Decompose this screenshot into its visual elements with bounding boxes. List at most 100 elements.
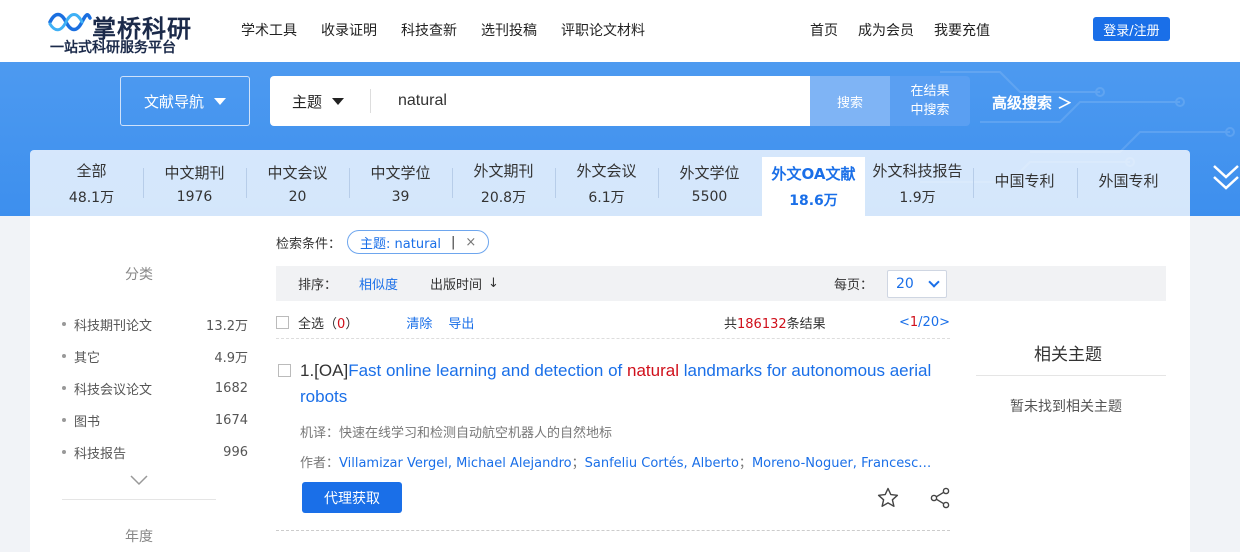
pager-prev[interactable]: < xyxy=(899,315,910,330)
sort-pub-time[interactable]: 出版时间 xyxy=(430,274,482,293)
logo-wave-icon xyxy=(48,12,92,32)
title-highlight: natural xyxy=(627,361,679,380)
category-title: 分类 xyxy=(125,267,153,283)
pager-rest[interactable]: /20> xyxy=(918,315,950,330)
criteria-chip[interactable]: 主题: natural | × xyxy=(347,230,490,254)
author-link[interactable]: Sanfeliu Cortés, Alberto xyxy=(585,456,739,471)
result-title[interactable]: 1.[OA]Fast online learning and detection… xyxy=(300,358,950,410)
category-count: 13.2万 xyxy=(206,318,248,334)
category-item[interactable]: 科技期刊论文 13.2万 xyxy=(62,308,248,340)
tab-foreign-journals[interactable]: 外文期刊 20.8万 xyxy=(452,150,555,216)
nav-home[interactable]: 首页 xyxy=(810,20,838,40)
pager[interactable]: <1/20> xyxy=(899,315,950,330)
search-divider xyxy=(370,89,371,113)
login-register-button[interactable]: 登录/注册 xyxy=(1093,17,1170,41)
total-count: 186132 xyxy=(737,316,787,332)
category-list: 科技期刊论文 13.2万 其它 4.9万 科技会议论文 1682 图书 1674 科技报… xyxy=(62,308,248,468)
category-name: 图书 xyxy=(74,414,101,430)
search-in-results-line1: 在结果 xyxy=(910,84,950,99)
category-item[interactable]: 图书 1674 xyxy=(62,404,248,436)
author-sep: ； xyxy=(571,456,585,471)
related-empty-text: 暂未找到相关主题 xyxy=(1010,399,1122,415)
category-count: 996 xyxy=(223,444,248,460)
select-all-checkbox[interactable] xyxy=(276,315,289,329)
select-all-label[interactable]: 全选（0） xyxy=(298,313,358,332)
criteria-chip-text: 主题: natural xyxy=(360,236,441,252)
category-item[interactable]: 科技会议论文 1682 xyxy=(62,372,248,404)
tab-foreign-theses[interactable]: 外文学位 5500 xyxy=(658,150,761,216)
nav-novelty-search[interactable]: 科技查新 xyxy=(401,20,457,40)
category-name: 科技会议论文 xyxy=(74,382,153,398)
database-tabs: 全部 48.1万 中文期刊 1976 中文会议 20 中文学位 39 外文期刊 20.8万… xyxy=(30,150,1190,216)
nav-indexing-proof[interactable]: 收录证明 xyxy=(321,20,377,40)
result-index: 1.[OA] xyxy=(300,361,349,380)
sort-similarity[interactable]: 相似度 xyxy=(359,274,398,293)
search-scope-select[interactable]: 主题 xyxy=(292,76,345,126)
tab-cn-conferences[interactable]: 中文会议 20 xyxy=(246,150,349,216)
filter-sidebar: 分类 科技期刊论文 13.2万 其它 4.9万 科技会议论文 1682 图书 1674 … xyxy=(30,216,248,552)
chip-divider: | xyxy=(451,234,456,250)
authors-label: 作者： xyxy=(300,456,340,471)
nav-journal-submit[interactable]: 选刊投稿 xyxy=(481,20,537,40)
category-name: 其它 xyxy=(74,350,101,366)
nav-recharge[interactable]: 我要充值 xyxy=(934,20,990,40)
category-name: 科技报告 xyxy=(74,446,127,462)
tab-foreign-patents[interactable]: 外国专利 xyxy=(1077,150,1180,216)
bullet-icon xyxy=(62,322,66,326)
literature-nav-button[interactable]: 文献导航 xyxy=(120,76,250,126)
tab-count: 1976 xyxy=(176,188,213,205)
bullet-icon xyxy=(62,450,66,454)
nav-title-materials[interactable]: 评职论文材料 xyxy=(561,20,645,40)
result-divider xyxy=(276,530,950,531)
tab-count: 5500 xyxy=(691,188,728,205)
tab-foreign-tech-reports[interactable]: 外文科技报告 1.9万 xyxy=(866,150,969,216)
author-link[interactable]: Villamizar Vergel, Michael Alejandro xyxy=(339,456,572,471)
per-page-label: 每页： xyxy=(834,278,874,293)
double-chevron-down-icon[interactable] xyxy=(1212,162,1240,192)
tab-foreign-conferences[interactable]: 外文会议 6.1万 xyxy=(555,150,658,216)
star-icon[interactable] xyxy=(876,486,900,510)
clear-button[interactable]: 清除 xyxy=(406,313,432,332)
paren-open: （ xyxy=(324,316,338,332)
search-button[interactable]: 搜索 xyxy=(810,76,890,126)
tab-name: 中文会议 xyxy=(267,163,328,182)
total-prefix: 共 xyxy=(724,316,738,332)
chevron-down-icon[interactable] xyxy=(130,474,148,486)
tab-count: 1.9万 xyxy=(899,189,936,206)
result-actions: 全选（0） 清除 导出 共186132条结果 <1/20> xyxy=(276,310,950,334)
search-scope-label: 主题 xyxy=(292,92,323,111)
tab-all[interactable]: 全部 48.1万 xyxy=(40,150,143,216)
tab-name: 中国专利 xyxy=(994,171,1055,190)
result-authors: 作者：Villamizar Vergel, Michael Alejandro；… xyxy=(300,452,950,471)
search-input[interactable] xyxy=(380,76,800,126)
right-nav: 首页 成为会员 我要充值 xyxy=(790,20,990,40)
category-item[interactable]: 科技报告 996 xyxy=(62,436,248,468)
tab-cn-theses[interactable]: 中文学位 39 xyxy=(349,150,452,216)
nav-membership[interactable]: 成为会员 xyxy=(858,20,914,40)
search-in-results-button[interactable]: 在结果 中搜索 xyxy=(890,76,970,126)
nav-academic-tools[interactable]: 学术工具 xyxy=(241,20,297,40)
total-suffix: 条结果 xyxy=(786,316,826,332)
result-checkbox[interactable] xyxy=(278,364,291,377)
arrow-down-icon[interactable]: ↓ xyxy=(488,276,499,291)
share-icon[interactable] xyxy=(928,486,952,510)
category-item[interactable]: 其它 4.9万 xyxy=(62,340,248,372)
result-translation: 机译：快速在线学习和检测自动航空机器人的自然地标 xyxy=(300,426,613,441)
per-page: 每页： 20 xyxy=(834,266,948,301)
tab-foreign-oa[interactable]: 外文OA文献 18.6万 xyxy=(762,157,865,216)
per-page-value: 20 xyxy=(896,275,914,292)
author-link[interactable]: Moreno-Noguer, Francesc… xyxy=(752,456,931,471)
tab-cn-journals[interactable]: 中文期刊 1976 xyxy=(143,150,246,216)
close-icon[interactable]: × xyxy=(465,235,476,250)
tab-cn-patents[interactable]: 中国专利 xyxy=(973,150,1076,216)
bullet-icon xyxy=(62,386,66,390)
tab-name: 外文会议 xyxy=(576,161,637,180)
logo[interactable]: 掌桥科研 一站式科研服务平台 xyxy=(48,6,208,58)
export-button[interactable]: 导出 xyxy=(448,313,474,332)
proxy-get-button[interactable]: 代理获取 xyxy=(302,482,402,513)
criteria-label: 检索条件： xyxy=(276,236,342,252)
related-topics-title: 相关主题 xyxy=(1034,345,1102,365)
select-all-text: 全选 xyxy=(298,316,325,332)
per-page-select[interactable]: 20 xyxy=(887,269,948,298)
advanced-search-link[interactable]: 高级搜索 ＞ xyxy=(992,92,1072,113)
